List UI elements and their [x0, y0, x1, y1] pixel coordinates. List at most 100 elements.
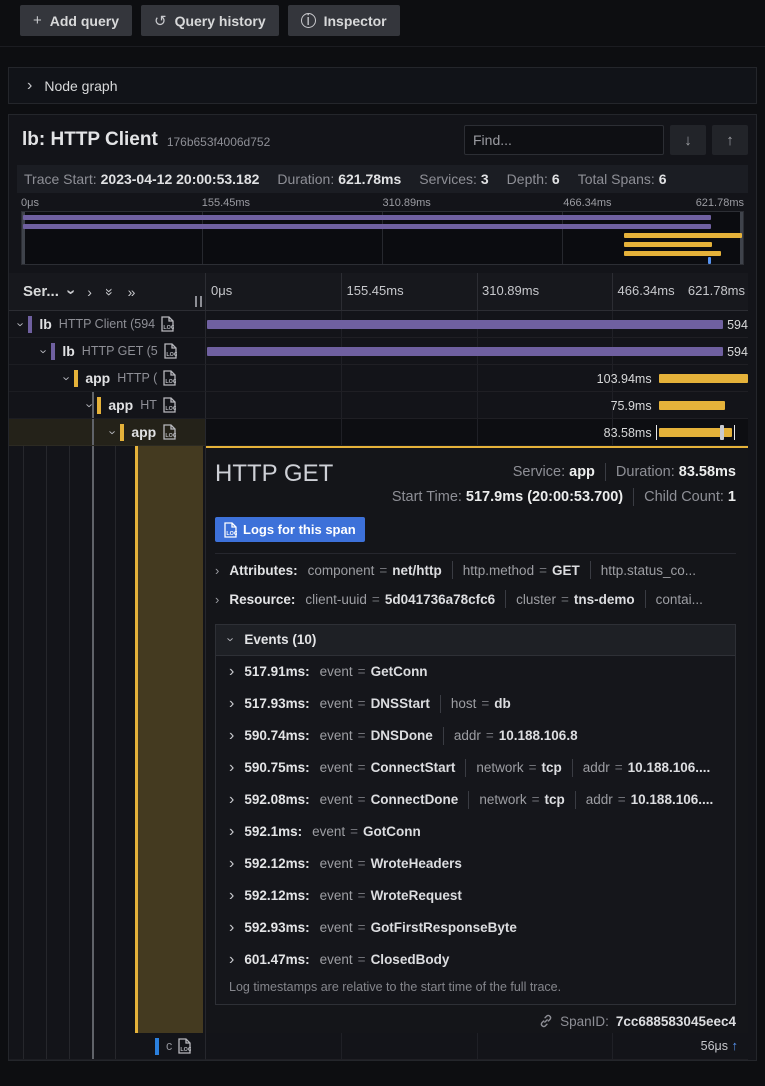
equals-sign: =	[529, 760, 537, 775]
range-scrubber[interactable]	[656, 425, 657, 440]
query-history-button[interactable]: ↺Query history	[141, 5, 279, 36]
resource-row[interactable]: ›Resource:client-uuid=5d041736a78cfc6clu…	[215, 585, 736, 614]
minimap-bar[interactable]	[624, 242, 712, 247]
attribute-value: db	[494, 696, 511, 711]
event-row[interactable]: ›517.93ms:event=DNSStarthost=db	[216, 688, 735, 720]
log-icon[interactable]: LOG	[163, 424, 176, 440]
range-scrubber[interactable]	[734, 425, 735, 440]
span-bar[interactable]	[659, 401, 725, 410]
log-icon[interactable]: LOG	[224, 522, 237, 538]
equals-sign: =	[532, 792, 540, 807]
span-detail-wrapper: HTTP GET Service:appDuration:83.58ms Sta…	[9, 446, 748, 1033]
button-label: Logs for this span	[243, 522, 356, 537]
overview-value: 517.9ms (20:00:53.700)	[466, 489, 623, 505]
collapse-one-icon[interactable]: ›	[87, 284, 92, 300]
span-operation-title: HTTP GET	[215, 461, 355, 506]
event-row[interactable]: ›592.08ms:event=ConnectDonenetwork=tcpad…	[216, 784, 735, 816]
duration-label: 594	[727, 318, 748, 332]
attribute-pair: addr=10.188.106.8	[454, 728, 578, 743]
attributes-row[interactable]: ›Attributes:component=net/httphttp.metho…	[215, 556, 736, 585]
minimap-tick: 155.45ms	[202, 197, 250, 209]
add-query-button[interactable]: +Add query	[20, 5, 132, 36]
span-row-timeline[interactable]: 83.58ms	[206, 419, 748, 446]
inspector-button[interactable]: iInspector	[288, 5, 400, 36]
trace-minimap[interactable]: 0μs155.45ms310.89ms466.34ms621.78ms	[21, 196, 744, 265]
minimap-bar[interactable]	[624, 251, 721, 256]
attribute-pair: event=ClosedBody	[320, 952, 450, 967]
find-input[interactable]	[464, 125, 664, 155]
minimap-bar[interactable]	[708, 257, 711, 264]
row-chevron-icon[interactable]: ›	[15, 322, 28, 326]
span-row[interactable]: ›appHTLOG75.9ms	[9, 392, 748, 419]
span-row-label[interactable]: ›lbHTTP GET (5LOG	[9, 338, 206, 365]
trace-meta-item: Total Spans:6	[578, 171, 667, 187]
span-row-label[interactable]: ›lbHTTP Client (594LOG	[9, 311, 206, 338]
service-header-dropdown[interactable]: Ser... ›	[23, 283, 73, 300]
node-graph-panel[interactable]: › Node graph	[8, 67, 757, 104]
log-icon[interactable]: LOG	[163, 397, 176, 413]
attribute-key: addr	[586, 792, 613, 807]
span-row-label[interactable]: ›appHTTP (LOG	[9, 365, 206, 392]
span-bar[interactable]	[207, 320, 723, 329]
minimap-bar[interactable]	[23, 224, 711, 229]
service-accent	[74, 370, 78, 387]
event-row[interactable]: ›517.91ms:event=GetConn	[216, 656, 735, 688]
minimap-canvas[interactable]	[21, 211, 744, 265]
span-row[interactable]: ›lbHTTP GET (5LOG594	[9, 338, 748, 365]
divider	[440, 695, 441, 713]
plus-icon: +	[33, 12, 42, 29]
divider	[575, 791, 576, 809]
expand-all-icon[interactable]: »	[128, 284, 136, 300]
attribute-value: DNSStart	[371, 696, 430, 711]
attribute-value: ConnectDone	[371, 792, 459, 807]
span-row-label[interactable]: ›appHTLOG	[9, 392, 206, 419]
event-row[interactable]: ›590.75ms:event=ConnectStartnetwork=tcpa…	[216, 752, 735, 784]
bottom-row-timeline[interactable]: 56μs ↑	[206, 1033, 748, 1060]
span-row-timeline[interactable]: 75.9ms	[206, 392, 748, 419]
column-resize-handle[interactable]	[195, 296, 202, 307]
info-circle-icon: i	[301, 13, 316, 28]
span-row-timeline[interactable]: 594	[206, 311, 748, 338]
attribute-pair: event=GotConn	[312, 824, 421, 839]
equals-sign: =	[539, 563, 547, 578]
divider	[572, 759, 573, 777]
row-chevron-icon[interactable]: ›	[107, 430, 120, 434]
minimap-right-handle[interactable]	[740, 212, 743, 264]
logs-for-span-button[interactable]: LOG Logs for this span	[215, 517, 365, 542]
span-row[interactable]: ›appLOG83.58ms	[9, 419, 748, 446]
event-row[interactable]: ›592.12ms:event=WroteHeaders	[216, 848, 735, 880]
trace-meta-value: 3	[481, 171, 489, 187]
span-bar[interactable]	[207, 347, 723, 356]
event-row[interactable]: ›592.93ms:event=GotFirstResponseByte	[216, 912, 735, 944]
event-row[interactable]: ›601.47ms:event=ClosedBody	[216, 944, 735, 976]
collapse-all-icon[interactable]: »	[102, 288, 118, 296]
log-icon[interactable]: LOG	[178, 1038, 191, 1054]
range-scrubber-handle[interactable]	[720, 425, 724, 440]
indent-guide	[92, 1033, 94, 1059]
event-row[interactable]: ›592.1ms:event=GotConn	[216, 816, 735, 848]
span-row-timeline[interactable]: 594	[206, 338, 748, 365]
events-footnote: Log timestamps are relative to the start…	[216, 976, 735, 1004]
log-icon[interactable]: LOG	[164, 343, 177, 359]
events-header[interactable]: › Events (10)	[216, 625, 735, 656]
next-result-button[interactable]: ↓	[670, 125, 706, 155]
prev-result-button[interactable]: ↑	[712, 125, 748, 155]
row-chevron-icon[interactable]: ›	[84, 403, 97, 407]
minimap-bar[interactable]	[23, 215, 711, 220]
bottom-span-row[interactable]: cLOG 56μs ↑	[9, 1033, 748, 1060]
span-row[interactable]: ›lbHTTP Client (594LOG 594	[9, 311, 748, 338]
log-icon[interactable]: LOG	[163, 370, 176, 386]
event-row[interactable]: ›590.74ms:event=DNSDoneaddr=10.188.106.8	[216, 720, 735, 752]
row-chevron-icon[interactable]: ›	[61, 376, 74, 380]
span-row-label[interactable]: ›appLOG	[9, 419, 206, 446]
span-row-timeline[interactable]: 103.94ms	[206, 365, 748, 392]
event-row[interactable]: ›592.12ms:event=WroteRequest	[216, 880, 735, 912]
attribute-pair: http.status_co...	[601, 563, 696, 578]
chevron-right-icon: ›	[229, 760, 234, 776]
span-bar[interactable]	[659, 374, 748, 383]
bottom-span-duration: 56μs ↑	[701, 1038, 738, 1053]
row-chevron-icon[interactable]: ›	[38, 349, 51, 353]
span-row[interactable]: ›appHTTP (LOG103.94ms	[9, 365, 748, 392]
log-icon[interactable]: LOG	[161, 316, 174, 332]
minimap-bar[interactable]	[624, 233, 742, 238]
